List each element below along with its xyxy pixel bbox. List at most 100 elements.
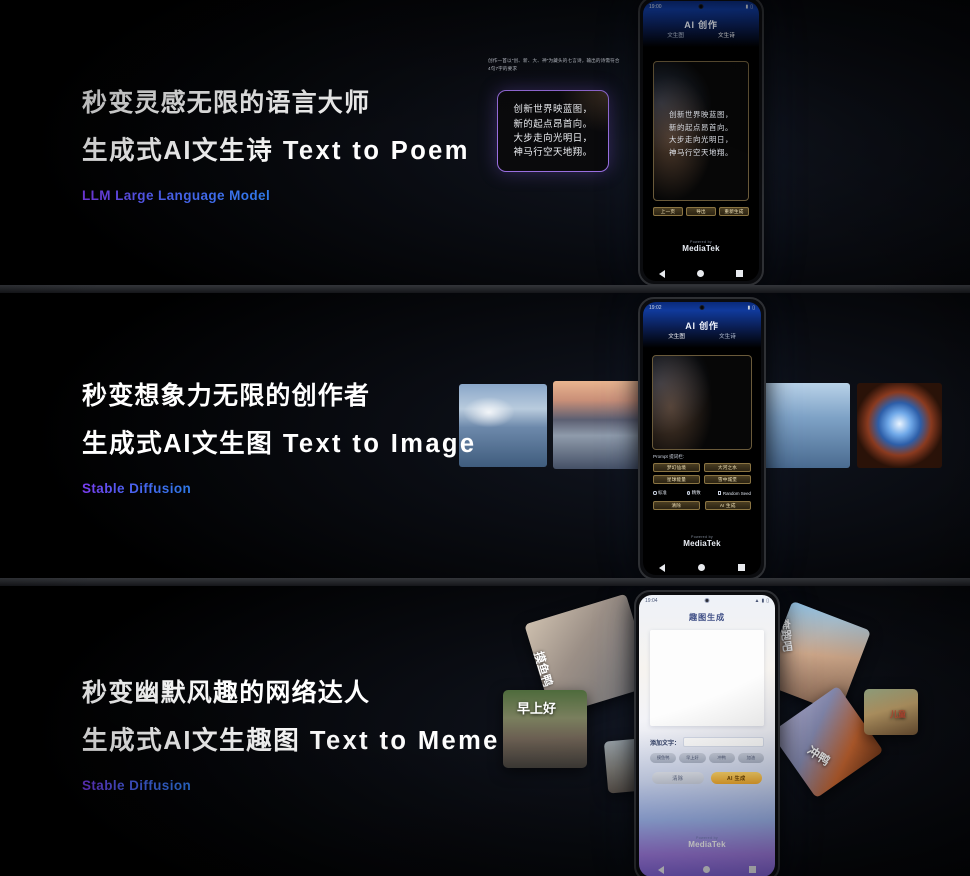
mediatek-logo: MediaTek — [688, 840, 726, 849]
model-label-sd-image: Stable Diffusion — [82, 481, 192, 497]
meme-text-chips: 摸鱼鸭 早上好 冲鸭 加油 — [650, 753, 764, 763]
mediatek-logo: MediaTek — [682, 244, 720, 253]
nav-home-icon[interactable] — [697, 564, 705, 571]
preset-button-snow-castle[interactable]: 雪中城堡 — [704, 475, 751, 484]
tab-text-to-poem[interactable]: 文生诗 — [719, 332, 736, 340]
mediatek-logo: MediaTek — [683, 539, 721, 548]
app-ai-creation-poem: 19:00 ▮ ▯ AI 创作 文生图 文生诗 创新世界映蓝图， 新的起点昂首向… — [643, 1, 759, 281]
mediatek-branding: Powered by MediaTek — [639, 836, 775, 849]
app-title-image: AI 创作 — [685, 321, 719, 331]
android-nav-bar — [643, 266, 759, 281]
add-text-label: 添加文字： — [650, 740, 681, 747]
add-text-input[interactable] — [683, 737, 764, 747]
image-preview-canvas[interactable] — [652, 355, 752, 450]
subheadline-cn: 生成式AI文生趣图 — [82, 727, 301, 756]
sample-image-cosmic-vortex[interactable] — [857, 383, 942, 468]
preset-button-planet-energy[interactable]: 星球能量 — [653, 475, 700, 484]
callout-caption-poem: 创作一首以"创、新、大、神"为藏头的七言诗，输出的诗需符合4句7字的要求 — [488, 58, 620, 72]
radio-refined-icon — [686, 491, 691, 495]
phone-mockup-poem: 19:00 ▮ ▯ AI 创作 文生图 文生诗 创新世界映蓝图， 新的起点昂首向… — [638, 0, 764, 285]
preset-button-great-river[interactable]: 大河之水 — [704, 463, 751, 472]
mediatek-branding: Powered by MediaTek — [643, 535, 761, 548]
battery-icon: ▯ — [766, 597, 769, 604]
signal-icon: ▮ — [745, 3, 749, 10]
radio-standard[interactable]: 标准 — [653, 490, 667, 496]
sample-image-sunset-mountain-lake[interactable] — [553, 381, 645, 469]
camera-dot-icon — [698, 4, 704, 9]
meme-card-small-caption: 儿童 — [890, 710, 906, 719]
app-tabs-image: 文生图 文生诗 — [643, 332, 761, 340]
battery-icon: ▯ — [752, 304, 755, 311]
phone-screen-poem: 19:00 ▮ ▯ AI 创作 文生图 文生诗 创新世界映蓝图， 新的起点昂首向… — [643, 1, 759, 281]
nav-home-icon[interactable] — [702, 866, 710, 873]
poem-output-text: 创新世界映蓝图， 新的起点昂首向。 大步走向光明日， 神马行空天地翔。 — [669, 109, 733, 158]
phone-mockup-meme: 19:04 ▲ ▮ ▯ 趣图生成 添加文字： 摸鱼鸭 早上好 冲鸭 加油 清除 … — [634, 590, 780, 876]
nav-back-icon[interactable] — [659, 269, 665, 278]
status-icons: ▮ ▯ — [745, 4, 753, 10]
tab-text-to-image[interactable]: 文生图 — [668, 332, 685, 340]
signal-icon: ▮ — [761, 597, 765, 604]
regenerate-button[interactable]: 重新生成 — [719, 207, 749, 216]
radio-standard-icon — [653, 491, 657, 495]
section-divider-1 — [0, 285, 970, 293]
nav-recents-icon[interactable] — [736, 270, 743, 277]
tab-text-to-image[interactable]: 文生图 — [667, 31, 684, 39]
meme-card-carrot-caption: 冲鸭 — [804, 743, 833, 769]
signal-icon: ▮ — [747, 304, 751, 311]
copy-block-meme: 秒变幽默风趣的网络达人 生成式AI文生趣图 Text to Meme Stabl… — [82, 678, 500, 795]
ai-generate-button[interactable]: AI 生成 — [704, 501, 751, 510]
poem-action-buttons: 上一页 导出 重新生成 — [653, 207, 749, 216]
android-nav-bar — [643, 560, 761, 575]
camera-dot-icon — [699, 305, 705, 310]
prompt-label: Prompt 提词栏: — [653, 454, 685, 459]
subheadline-meme: 生成式AI文生趣图 Text to Meme — [82, 726, 500, 758]
image-action-buttons: 清除 AI 生成 — [653, 501, 751, 510]
camera-dot-icon — [704, 598, 710, 603]
sample-image-snow-rock-stream[interactable] — [760, 383, 850, 468]
callout-poem-bubble: 创新世界映蓝图， 新的起点昂首向。 大步走向光明日， 神马行空天地翔。 — [497, 90, 609, 172]
ai-generate-button[interactable]: AI 生成 — [710, 772, 762, 784]
copy-block-image: 秒变想象力无限的创作者 生成式AI文生图 Text to Image Stabl… — [82, 381, 477, 498]
meme-preview-canvas[interactable] — [650, 630, 764, 726]
section-divider-2 — [0, 578, 970, 586]
subheadline-cn: 生成式AI文生诗 — [82, 137, 274, 166]
phone-screen-image: 19:02 ▮ ▯ AI 创作 文生图 文生诗 Prompt 提词栏: 梦幻仙境 — [643, 302, 761, 575]
nav-back-icon[interactable] — [658, 865, 665, 874]
subheadline-image: 生成式AI文生图 Text to Image — [82, 429, 477, 461]
nav-recents-icon[interactable] — [748, 866, 756, 873]
checkbox-random-seed-icon — [717, 491, 722, 495]
prev-page-button[interactable]: 上一页 — [653, 207, 683, 216]
subheadline-en: Text to Meme — [309, 727, 500, 756]
chip-chongya[interactable]: 冲鸭 — [708, 753, 735, 763]
copy-block-poem: 秒变灵感无限的语言大师 生成式AI文生诗 Text to Poem LLM La… — [82, 88, 470, 205]
status-bar: 19:00 ▮ ▯ — [643, 1, 759, 12]
radio-refined[interactable]: 精致 — [686, 490, 701, 496]
subheadline-en: Text to Poem — [282, 137, 470, 166]
phone-mockup-image: 19:02 ▮ ▯ AI 创作 文生图 文生诗 Prompt 提词栏: 梦幻仙境 — [638, 297, 766, 578]
status-time: 19:00 — [649, 3, 662, 10]
nav-home-icon[interactable] — [697, 270, 704, 277]
export-button[interactable]: 导出 — [686, 207, 716, 216]
app-ai-creation-image: 19:02 ▮ ▯ AI 创作 文生图 文生诗 Prompt 提词栏: 梦幻仙境 — [643, 302, 761, 575]
nav-recents-icon[interactable] — [737, 564, 745, 571]
meme-card-bowl[interactable]: 早上好 — [503, 690, 587, 768]
clear-button[interactable]: 清除 — [653, 501, 700, 510]
section-text-to-meme: 秒变幽默风趣的网络达人 生成式AI文生趣图 Text to Meme Stabl… — [0, 586, 970, 876]
prompt-preset-grid: 梦幻仙境 大河之水 星球能量 雪中城堡 — [653, 463, 751, 484]
chip-good-morning[interactable]: 早上好 — [679, 753, 706, 763]
phone-screen-meme: 19:04 ▲ ▮ ▯ 趣图生成 添加文字： 摸鱼鸭 早上好 冲鸭 加油 清除 … — [639, 595, 775, 876]
subheadline-poem: 生成式AI文生诗 Text to Poem — [82, 136, 470, 168]
meme-card-small[interactable]: 儿童 — [864, 689, 918, 735]
tab-text-to-poem[interactable]: 文生诗 — [718, 31, 735, 39]
chip-jiayou[interactable]: 加油 — [737, 753, 764, 763]
clear-button[interactable]: 清除 — [652, 772, 704, 784]
preset-button-dreamland[interactable]: 梦幻仙境 — [653, 463, 700, 472]
mediatek-branding: Powered by MediaTek — [643, 240, 759, 253]
chip-moyuya[interactable]: 摸鱼鸭 — [650, 753, 677, 763]
model-label-llm: LLM Large Language Model — [82, 188, 271, 204]
checkbox-random-seed[interactable]: Random Seed — [717, 491, 751, 496]
quality-and-seed-row: 标准 精致 Random Seed — [653, 490, 751, 496]
meme-action-buttons: 清除 AI 生成 — [652, 772, 762, 784]
status-bar: 19:02 ▮ ▯ — [643, 302, 761, 313]
nav-back-icon[interactable] — [659, 563, 666, 572]
